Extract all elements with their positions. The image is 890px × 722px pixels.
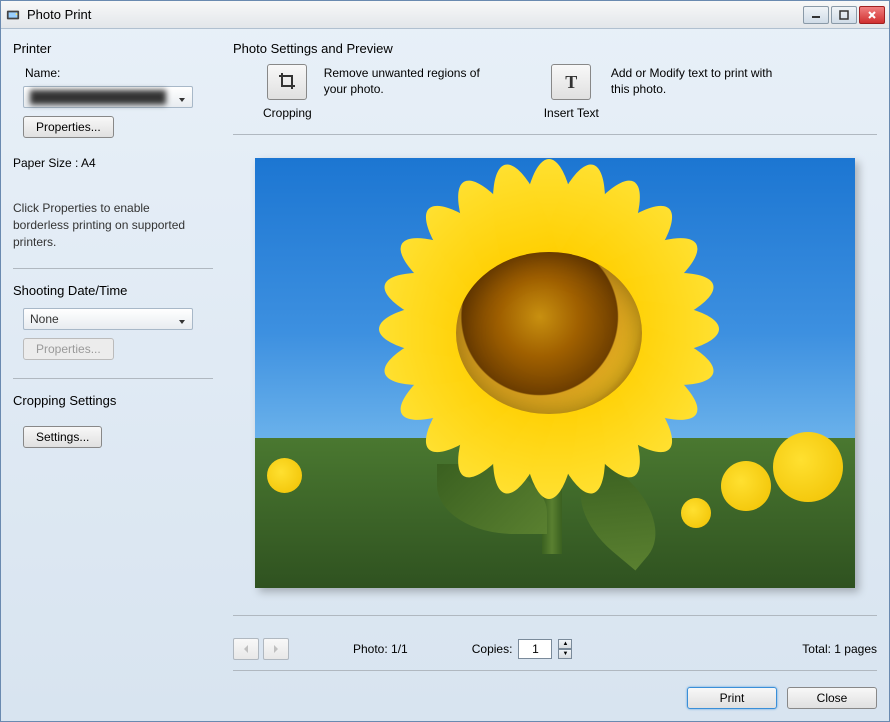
cropping-button[interactable] xyxy=(267,64,307,100)
maximize-button[interactable] xyxy=(831,6,857,24)
printer-section-title: Printer xyxy=(13,41,213,56)
close-button[interactable]: Close xyxy=(787,687,877,709)
printer-name-value: ████████████████ xyxy=(30,90,178,104)
borderless-hint: Click Properties to enable borderless pr… xyxy=(13,200,203,250)
paper-size-value: A4 xyxy=(81,156,96,170)
cropping-section-title: Cropping Settings xyxy=(13,393,213,408)
prev-photo-button[interactable] xyxy=(233,638,259,660)
cropping-settings-button[interactable]: Settings... xyxy=(23,426,102,448)
printer-properties-button[interactable]: Properties... xyxy=(23,116,114,138)
right-panel: Photo Settings and Preview Cropping Remo… xyxy=(233,41,877,709)
copies-label: Copies: xyxy=(472,642,513,656)
chevron-down-icon xyxy=(178,93,186,101)
photo-preview xyxy=(255,158,855,588)
shooting-date-value: None xyxy=(30,312,178,326)
shooting-date-dropdown[interactable]: None xyxy=(23,308,193,330)
insert-text-tool: T Insert Text Add or Modify text to prin… xyxy=(544,64,791,120)
close-window-button[interactable] xyxy=(859,6,885,24)
shooting-properties-button: Properties... xyxy=(23,338,114,360)
footer: Print Close xyxy=(233,687,877,709)
insert-text-button[interactable]: T xyxy=(551,64,591,100)
content: Printer Name: ████████████████ Propertie… xyxy=(1,29,889,721)
copies-up-button[interactable]: ▲ xyxy=(558,639,572,649)
divider xyxy=(13,268,213,269)
total-label: Total: xyxy=(802,642,831,656)
titlebar: Photo Print xyxy=(1,1,889,29)
cropping-desc: Remove unwanted regions of your photo. xyxy=(324,64,504,97)
minimize-button[interactable] xyxy=(803,6,829,24)
next-photo-button[interactable] xyxy=(263,638,289,660)
window-title: Photo Print xyxy=(27,7,801,22)
total-value: 1 pages xyxy=(834,642,877,656)
left-panel: Printer Name: ████████████████ Propertie… xyxy=(13,41,213,709)
cropping-tool: Cropping Remove unwanted regions of your… xyxy=(263,64,504,120)
printer-name-dropdown[interactable]: ████████████████ xyxy=(23,86,193,108)
nav-row: Photo: 1/1 Copies: ▲ ▼ Total: 1 pages xyxy=(233,638,877,660)
photo-value: 1/1 xyxy=(391,642,408,656)
text-icon: T xyxy=(565,72,577,93)
total-pages: Total: 1 pages xyxy=(802,642,877,656)
copies-spinner: ▲ ▼ xyxy=(558,639,572,659)
insert-text-desc: Add or Modify text to print with this ph… xyxy=(611,64,791,97)
paper-size-label: Paper Size : xyxy=(13,156,78,170)
shooting-section-title: Shooting Date/Time xyxy=(13,283,213,298)
insert-text-label: Insert Text xyxy=(544,106,599,120)
divider xyxy=(233,670,877,671)
divider xyxy=(233,134,877,135)
crop-icon xyxy=(277,71,297,94)
printer-name-label: Name: xyxy=(13,66,213,80)
chevron-down-icon xyxy=(178,315,186,323)
divider xyxy=(233,615,877,616)
copies-down-button[interactable]: ▼ xyxy=(558,649,572,659)
copies-group: Copies: ▲ ▼ xyxy=(472,639,573,659)
preview-container xyxy=(233,145,877,601)
photo-counter: Photo: 1/1 xyxy=(353,642,408,656)
paper-size-row: Paper Size : A4 xyxy=(13,156,213,170)
app-icon xyxy=(5,7,21,23)
cropping-label: Cropping xyxy=(263,106,312,120)
divider xyxy=(13,378,213,379)
window-root: Photo Print Printer Name: ██████████████… xyxy=(0,0,890,722)
print-button[interactable]: Print xyxy=(687,687,777,709)
copies-input[interactable] xyxy=(518,639,552,659)
photo-label: Photo: xyxy=(353,642,388,656)
preview-header: Photo Settings and Preview xyxy=(233,41,877,56)
tool-row: Cropping Remove unwanted regions of your… xyxy=(263,64,877,120)
